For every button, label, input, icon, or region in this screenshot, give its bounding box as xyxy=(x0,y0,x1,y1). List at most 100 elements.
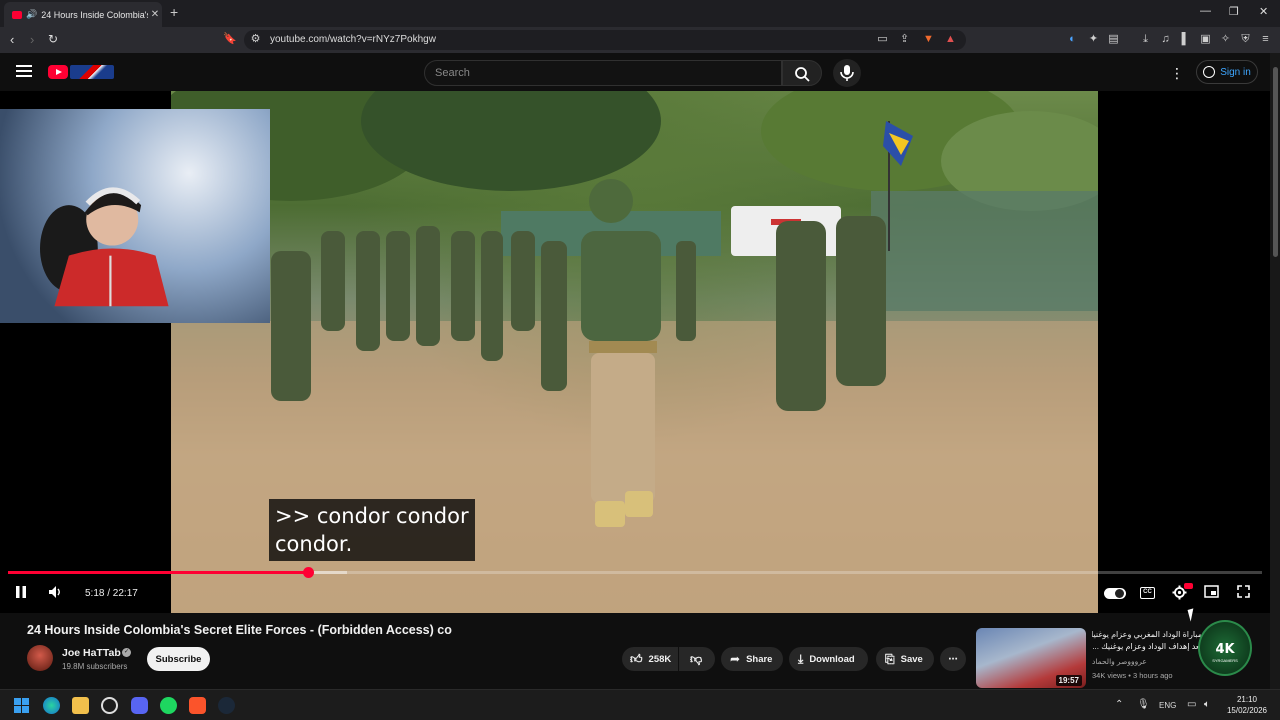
time-display: 5:18 / 22:17 xyxy=(85,588,138,599)
reader-icon[interactable]: ▤ xyxy=(1107,33,1120,46)
download-icon: ⤓ xyxy=(798,651,804,666)
leo-ai-icon[interactable]: ✧ xyxy=(1219,33,1232,46)
speedreader-icon[interactable]: ◐ xyxy=(1066,33,1079,46)
youtube-logo-icon[interactable] xyxy=(48,65,68,79)
volume-icon[interactable] xyxy=(48,585,62,599)
video-title: 24 Hours Inside Colombia's Secret Elite … xyxy=(27,623,452,637)
network-icon[interactable]: ▭ xyxy=(1187,699,1204,716)
search-icon xyxy=(795,67,810,82)
sidebar-icon[interactable]: ▌ xyxy=(1179,33,1192,46)
new-tab-button[interactable]: + xyxy=(170,4,178,20)
recommended-meta: 34K views • 3 hours ago xyxy=(1092,671,1173,680)
search-input[interactable]: Search xyxy=(424,60,782,86)
sign-in-label: Sign in xyxy=(1220,66,1251,78)
channel-logo-watermark[interactable]: 4K SYRGAMERS xyxy=(1198,620,1252,676)
windows-start-icon[interactable] xyxy=(13,697,30,714)
voice-search-button[interactable] xyxy=(833,59,861,87)
tray-mic-icon[interactable]: 🎙︎ xyxy=(1137,699,1154,716)
steam-icon[interactable] xyxy=(218,697,235,714)
more-dots-icon: ⋯ xyxy=(948,653,958,665)
download-button[interactable]: ⤓ Download xyxy=(789,647,868,671)
fullscreen-icon[interactable] xyxy=(1237,585,1250,598)
browser-toolbar: ‹ › ↻ 🔖 ⚙ youtube.com/watch?v=rNYz7Pokhg… xyxy=(0,27,1280,53)
audio-playing-icon[interactable]: 🔊 xyxy=(26,9,37,20)
save-label: Save xyxy=(900,653,923,665)
hamburger-menu-icon[interactable] xyxy=(16,65,32,77)
back-icon[interactable]: ‹ xyxy=(10,32,14,47)
browser-tab[interactable]: 🔊 24 Hours Inside Colombia's S ✕ xyxy=(4,2,162,27)
extensions-icon[interactable]: ✦ xyxy=(1087,33,1100,46)
miniplayer-icon[interactable] xyxy=(1204,585,1219,598)
webcam-overlay xyxy=(0,109,270,323)
vpn-icon[interactable]: ⛨ xyxy=(1239,33,1252,46)
brave-shield-icon[interactable]: ▼ xyxy=(922,33,935,46)
window-close-icon[interactable]: ✕ xyxy=(1259,5,1268,18)
save-button[interactable]: ⎘ Save xyxy=(876,647,934,671)
video-player[interactable]: >> condor condor condor. 5:18 / 22:17 CC xyxy=(0,91,1270,613)
scrollbar-thumb[interactable] xyxy=(1273,67,1278,257)
share-icon: ➦ xyxy=(730,652,741,666)
sign-in-button[interactable]: Sign in xyxy=(1196,60,1258,84)
brave-browser-icon[interactable] xyxy=(189,697,206,714)
browser-tab-bar: 🔊 24 Hours Inside Colombia's S ✕ + — ❐ ✕ xyxy=(0,0,1280,27)
subtitle-line-2: condor. xyxy=(275,532,353,556)
recommended-title-line-2[interactable]: بعد إهداف الوداد وعزام يوغنيك ... xyxy=(1092,641,1202,653)
captions-icon[interactable]: CC xyxy=(1140,587,1155,599)
windows-taskbar: ⌃ 🎙︎ ENG ▭ 🔈︎ 21:10 15/02/2026 xyxy=(0,689,1280,720)
doodle-flag-logo[interactable] xyxy=(70,65,114,79)
forward-icon[interactable]: › xyxy=(30,32,34,47)
tab-close-icon[interactable]: ✕ xyxy=(148,9,162,20)
channel-name[interactable]: Joe HaTTab xyxy=(62,647,121,659)
speaker-icon[interactable]: 🔈︎ xyxy=(1204,699,1221,716)
subtitle-box: >> condor condor condor. xyxy=(269,499,475,561)
clock-date: 15/02/2026 xyxy=(1226,706,1268,715)
tab-title: 24 Hours Inside Colombia's S xyxy=(41,9,148,20)
media-icon[interactable]: ♫ xyxy=(1159,33,1172,46)
subtitle-line-1: >> condor condor xyxy=(275,504,469,528)
share-button[interactable]: ➦ Share xyxy=(721,647,783,671)
progress-bar[interactable] xyxy=(8,567,1262,578)
share-page-icon[interactable]: ⇪ xyxy=(898,33,911,46)
system-clock[interactable]: 21:10 15/02/2026 xyxy=(1222,694,1272,716)
more-actions-button[interactable]: ⋯ xyxy=(940,647,966,671)
pause-icon[interactable] xyxy=(14,585,28,599)
like-button[interactable]: 👍︎ 258K xyxy=(622,647,678,671)
minimize-icon[interactable]: — xyxy=(1200,5,1211,17)
dislike-button[interactable]: 👎︎ xyxy=(679,647,715,671)
address-bar[interactable]: ⚙ youtube.com/watch?v=rNYz7Pokhgw ▭ ⇪ ▼ … xyxy=(244,30,966,50)
channel-avatar[interactable] xyxy=(27,645,53,671)
edge-icon[interactable] xyxy=(43,697,60,714)
thumbs-up-icon: 👍︎ xyxy=(630,651,643,666)
downloads-icon[interactable]: ⤓ xyxy=(1139,33,1152,46)
site-settings-icon[interactable]: ⚙ xyxy=(249,33,262,46)
autoplay-toggle[interactable] xyxy=(1104,588,1126,599)
search-button[interactable] xyxy=(782,60,822,86)
restore-icon[interactable]: ❐ xyxy=(1229,5,1239,18)
settings-kebab-icon[interactable]: ⋮ xyxy=(1170,65,1184,82)
thumbs-down-icon: 👎︎ xyxy=(690,651,703,666)
settings-app-icon[interactable] xyxy=(101,697,118,714)
url-text: youtube.com/watch?v=rNYz7Pokhgw xyxy=(270,34,436,45)
hd-badge xyxy=(1184,583,1193,589)
subscribe-button[interactable]: Subscribe xyxy=(147,647,210,671)
brave-rewards-icon[interactable]: ▲ xyxy=(944,33,957,46)
spotify-icon[interactable] xyxy=(160,697,177,714)
bookmark-icon[interactable]: 🔖 xyxy=(223,33,237,46)
logo-subtext: SYRGAMERS xyxy=(1212,658,1238,663)
progress-scrubber[interactable] xyxy=(302,567,314,578)
page-scrollbar[interactable] xyxy=(1270,53,1280,689)
file-explorer-icon[interactable] xyxy=(72,697,89,714)
input-language[interactable]: ENG xyxy=(1159,701,1176,710)
recommended-title-line-1[interactable]: مباراة الوداد المغربي وعزام يوغنيك xyxy=(1092,629,1202,641)
cast-icon[interactable]: ▭ xyxy=(876,33,889,46)
browser-menu-icon[interactable]: ≡ xyxy=(1259,33,1272,46)
logo-text: 4K xyxy=(1215,642,1235,657)
wallet-icon[interactable]: ▣ xyxy=(1199,33,1212,46)
discord-icon[interactable] xyxy=(131,697,148,714)
reload-icon[interactable]: ↻ xyxy=(48,32,58,46)
search-placeholder: Search xyxy=(435,67,470,79)
download-label: Download xyxy=(809,653,855,665)
recommended-channel[interactable]: عروووصر والحماد xyxy=(1092,657,1147,666)
recommended-thumbnail[interactable]: 19:57 xyxy=(976,628,1086,688)
tray-chevron-icon[interactable]: ⌃ xyxy=(1115,699,1132,716)
